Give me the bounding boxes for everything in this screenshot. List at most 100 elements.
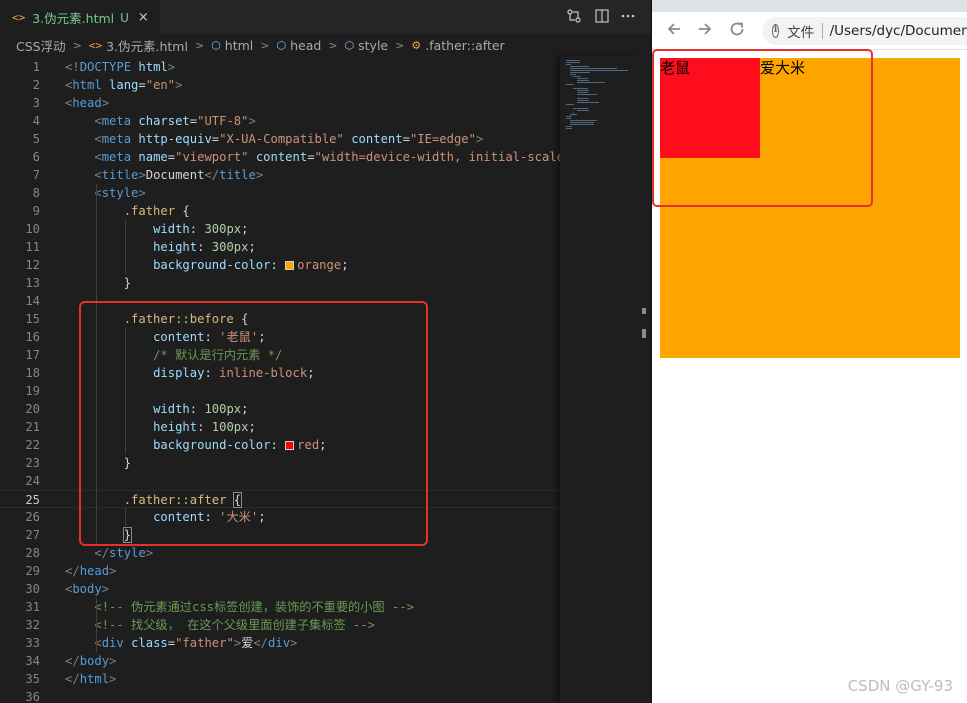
code-text: <meta http-equiv = "X-UA-Compatible" conte… — [65, 130, 483, 148]
code-line[interactable]: 2 <html lang="en"> — [0, 76, 560, 94]
line-number: 22 — [25, 438, 40, 452]
code-token: name — [138, 150, 168, 164]
breadcrumb: CSS浮动 > <> 3.伪元素.html > ⬡ html > ⬡ head … — [0, 34, 652, 56]
line-number: 26 — [25, 510, 40, 524]
scrollbar-marker — [642, 308, 646, 314]
minimap-line — [576, 80, 590, 81]
line-number: 27 — [25, 528, 40, 542]
code-line[interactable]: 1 <!DOCTYPE html> — [0, 58, 560, 76]
breadcrumb-file[interactable]: 3.伪元素.html — [106, 36, 188, 55]
tab-filename: 3.伪元素.html — [32, 11, 115, 26]
code-token: Document — [145, 168, 205, 182]
code-line[interactable]: 10 width: 300px; — [0, 220, 560, 238]
minimap-line — [569, 122, 594, 123]
code-token: > — [109, 654, 117, 668]
code-line[interactable]: 32 <!-- 找父级， 在这个父级里面创建子集标签 --> — [0, 616, 560, 634]
minimap-line — [566, 64, 572, 65]
indent-guide — [125, 220, 126, 274]
code-line[interactable]: 28 </style> — [0, 544, 560, 562]
line-number: 30 — [25, 582, 40, 596]
code-token: style — [109, 546, 146, 560]
code-token: = — [167, 150, 176, 164]
code-token: > — [138, 168, 146, 182]
vertical-scrollbar[interactable] — [638, 56, 652, 703]
code-line[interactable]: 9 .father { — [0, 202, 560, 220]
minimap-line — [576, 110, 590, 111]
code-token: > — [475, 132, 484, 146]
line-number: 10 — [25, 222, 40, 236]
code-line[interactable]: 30 <body> — [0, 580, 560, 598]
info-icon[interactable]: i — [772, 24, 780, 38]
back-arrow-icon[interactable] — [665, 20, 683, 43]
breadcrumb-folder[interactable]: CSS浮动 — [16, 36, 66, 55]
element-icon: ⬡ — [276, 38, 287, 52]
line-number: 16 — [25, 330, 40, 344]
code-token: body — [79, 654, 110, 668]
minimap-line — [576, 100, 590, 101]
line-number: 7 — [32, 168, 40, 182]
address-bar[interactable]: i 文件 /Users/dyc/Documents — [762, 17, 967, 45]
split-editor-icon[interactable] — [594, 8, 610, 28]
reload-icon[interactable] — [728, 20, 746, 43]
code-token: > — [109, 564, 117, 578]
minimap-line — [569, 74, 576, 75]
line-number: 14 — [25, 294, 40, 308]
code-editor[interactable]: <> 3.伪元素.html U × CSS浮动 > <> 3.伪元素.html … — [0, 0, 652, 703]
code-token: > — [255, 168, 264, 182]
code-line[interactable]: 31 <!-- 伪元素通过css标签创建，装饰的不重要的小图 --> — [0, 598, 560, 616]
code-token: title — [101, 168, 139, 182]
compare-changes-icon[interactable] — [566, 8, 582, 28]
breadcrumb-style[interactable]: style — [358, 38, 388, 53]
code-token: DOCTYPE — [79, 60, 132, 74]
code-text: .father { — [65, 202, 190, 220]
code-line[interactable]: 3 <head> — [0, 94, 560, 112]
code-line[interactable]: 34 </body> — [0, 652, 560, 670]
code-line[interactable]: 7 <title>Document</title> — [0, 166, 560, 184]
code-line[interactable]: 8 <style> — [0, 184, 560, 202]
line-number: 15 — [25, 312, 40, 326]
code-line[interactable]: 11 height: 300px; — [0, 238, 560, 256]
code-token: = — [402, 132, 410, 146]
code-line[interactable]: 5 <meta http-equiv = "X-UA-Compatible" con… — [0, 130, 560, 148]
code-token: div — [101, 636, 124, 650]
code-line[interactable]: 29 </head> — [0, 562, 560, 580]
watermark: CSDN @GY-93 — [847, 677, 953, 695]
code-token: ; — [241, 222, 249, 236]
chevron-right-icon: > — [328, 38, 338, 52]
chevron-right-icon: > — [260, 38, 270, 52]
forward-arrow-icon[interactable] — [696, 20, 714, 43]
untracked-badge: U — [120, 10, 129, 25]
close-tab-icon[interactable]: × — [138, 10, 149, 25]
code-token: "en" — [145, 78, 176, 92]
code-line[interactable]: 33 <div class="father">爱</div> — [0, 634, 560, 652]
code-line[interactable]: 36 — [0, 688, 560, 703]
editor-tab[interactable]: <> 3.伪元素.html U × — [0, 0, 160, 34]
chevron-right-icon: > — [194, 38, 205, 52]
minimap[interactable] — [560, 56, 638, 703]
code-text: </style> — [65, 544, 153, 562]
color-swatch-icon[interactable] — [285, 261, 295, 270]
line-number: 32 — [25, 618, 40, 632]
code-token: : — [270, 258, 286, 272]
minimap-line — [566, 60, 580, 61]
code-token: > — [290, 636, 298, 650]
line-number: 19 — [25, 384, 40, 398]
code-token: lang — [109, 78, 139, 92]
code-line[interactable]: 12 background-color: orange; — [0, 256, 560, 274]
code-line[interactable]: 4 <meta charset="UTF-8"> — [0, 112, 560, 130]
breadcrumb-head[interactable]: head — [290, 38, 321, 53]
code-token: title — [219, 168, 256, 182]
breadcrumb-selector[interactable]: .father::after — [425, 38, 504, 53]
code-line[interactable]: 13 } — [0, 274, 560, 292]
minimap-line — [569, 66, 590, 67]
code-line[interactable]: 6 <meta name="viewport" content="width=d… — [0, 148, 572, 166]
breadcrumb-html[interactable]: html — [225, 38, 253, 53]
code-line[interactable]: 35 </html> — [0, 670, 560, 688]
line-number: 24 — [25, 474, 40, 488]
more-actions-icon[interactable] — [620, 8, 636, 28]
